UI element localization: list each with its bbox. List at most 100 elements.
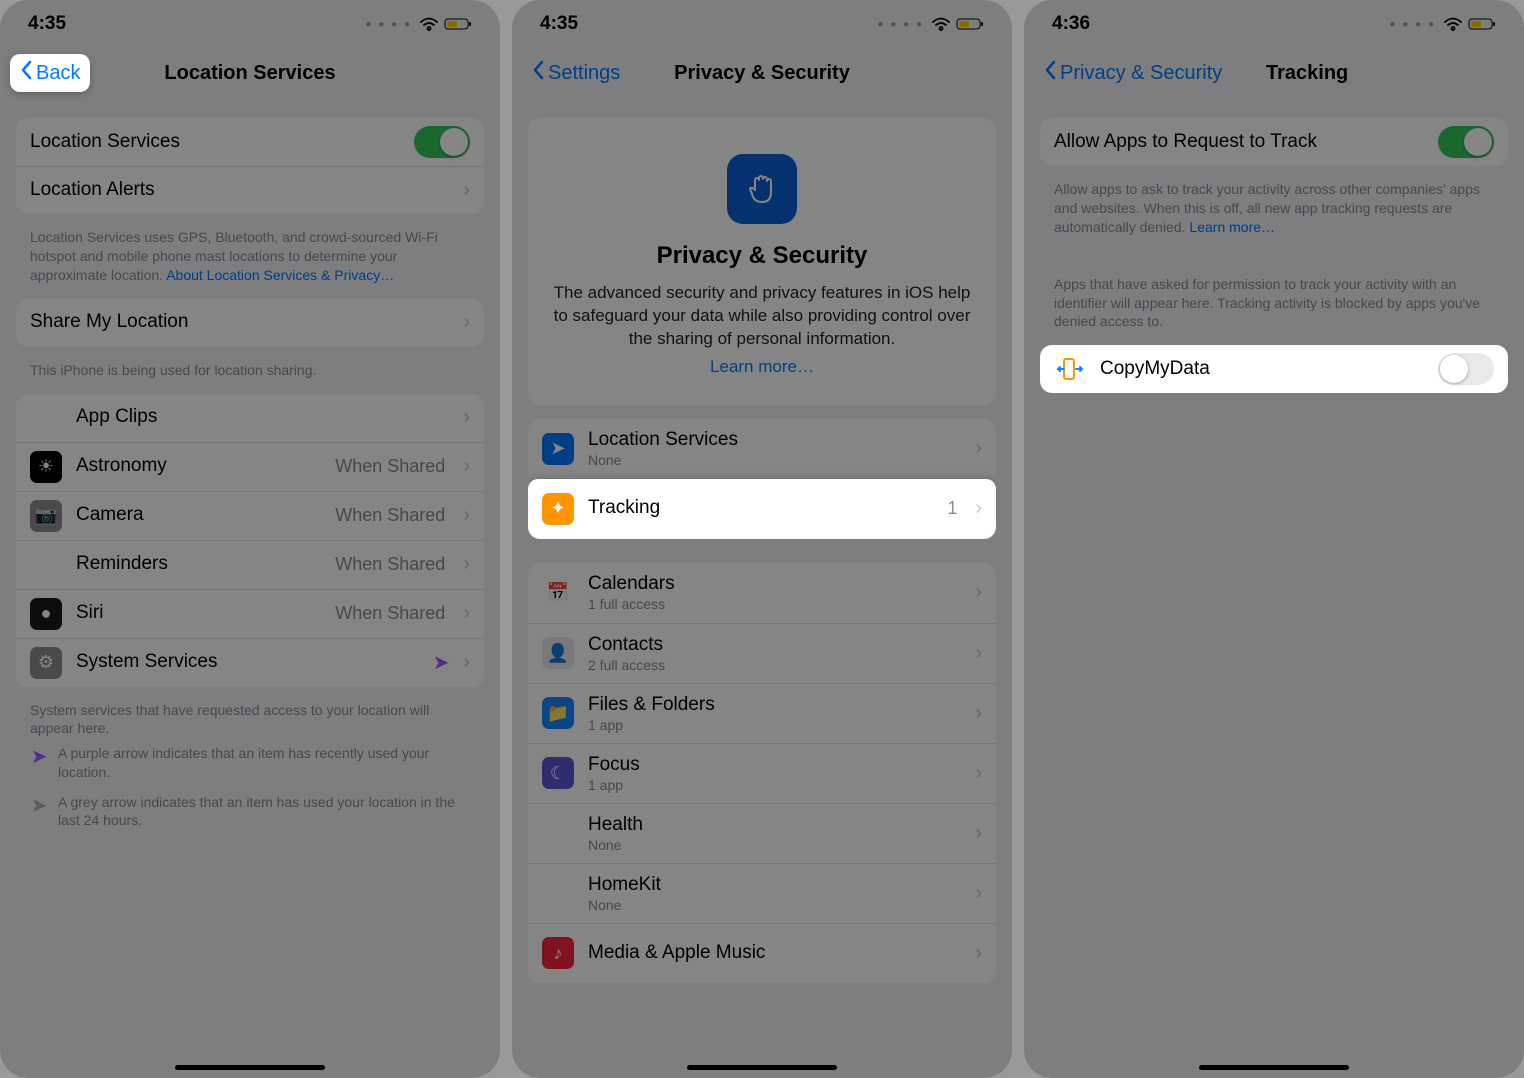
copymydata-icon xyxy=(1054,353,1086,385)
chevron-right-icon: › xyxy=(975,882,982,905)
app-name: Siri xyxy=(76,602,321,625)
chevron-right-icon: › xyxy=(975,942,982,965)
row-label: Media & Apple Music xyxy=(588,942,961,965)
row-detail: 1 xyxy=(947,498,957,519)
row-contacts[interactable]: 👤 Contacts 2 full access › xyxy=(528,623,996,683)
system-services-footer: System services that have requested acce… xyxy=(16,693,484,739)
chevron-right-icon: › xyxy=(975,822,982,845)
chevron-left-icon xyxy=(20,60,32,86)
location-services-description: Location Services uses GPS, Bluetooth, a… xyxy=(16,220,484,285)
copymydata-row[interactable]: CopyMyData xyxy=(1040,345,1508,393)
nav-bar: Back Location Services xyxy=(0,48,500,98)
app-row-system-services[interactable]: ⚙ System Services ➤ › xyxy=(16,638,484,687)
chevron-right-icon: › xyxy=(975,497,982,520)
chevron-right-icon: › xyxy=(463,651,470,674)
app-row-app-clips[interactable]: ◧ App Clips › xyxy=(16,394,484,442)
row-label: Contacts xyxy=(588,634,961,657)
wifi-icon xyxy=(932,17,950,31)
nav-bar: Privacy & Security Tracking xyxy=(1024,48,1524,98)
app-row-reminders[interactable]: ⋮ Reminders When Shared › xyxy=(16,540,484,589)
share-footer: This iPhone is being used for location s… xyxy=(16,353,484,380)
app-name: System Services xyxy=(76,651,419,674)
back-button[interactable]: Back xyxy=(10,54,90,92)
copymydata-toggle[interactable] xyxy=(1438,353,1494,385)
location-alerts-row[interactable]: Location Alerts › xyxy=(16,166,484,214)
chevron-right-icon: › xyxy=(975,702,982,725)
row-icon: ✦ xyxy=(542,493,574,525)
learn-more-link[interactable]: Learn more… xyxy=(1189,219,1275,235)
row-files-folders[interactable]: 📁 Files & Folders 1 app › xyxy=(528,683,996,743)
row-icon: 👤 xyxy=(542,637,574,669)
status-bar: 4:36 ● ● ● ● xyxy=(1024,0,1524,48)
app-name: Camera xyxy=(76,504,321,527)
row-label: Health xyxy=(588,814,961,837)
allow-tracking-footer: Allow apps to ask to track your activity… xyxy=(1040,172,1508,237)
row-focus[interactable]: ☾ Focus 1 app › xyxy=(528,743,996,803)
wifi-icon xyxy=(1444,17,1462,31)
home-indicator[interactable] xyxy=(687,1065,837,1070)
row-media-apple-music[interactable]: ♪ Media & Apple Music › xyxy=(528,923,996,983)
row-sub: None xyxy=(588,897,961,913)
row-label: Location Services xyxy=(30,131,400,154)
status-time: 4:35 xyxy=(28,13,66,35)
allow-tracking-toggle[interactable] xyxy=(1438,126,1494,158)
app-detail: When Shared xyxy=(335,456,445,477)
battery-icon xyxy=(444,17,472,31)
row-label: HomeKit xyxy=(588,874,961,897)
app-detail: When Shared xyxy=(335,505,445,526)
nav-bar: Settings Privacy & Security xyxy=(512,48,1012,98)
chevron-right-icon: › xyxy=(975,581,982,604)
app-icon: ⋮ xyxy=(30,549,62,581)
screen-privacy-security: 4:35 ● ● ● ● Settings Privacy & Security… xyxy=(512,0,1012,1078)
battery-icon xyxy=(1468,17,1496,31)
learn-more-link[interactable]: Learn more… xyxy=(552,357,972,377)
back-button[interactable]: Settings xyxy=(522,54,630,92)
share-my-location-row[interactable]: Share My Location › xyxy=(16,299,484,347)
row-label: Tracking xyxy=(588,497,933,520)
chevron-right-icon: › xyxy=(463,504,470,527)
chevron-right-icon: › xyxy=(463,311,470,334)
chevron-right-icon: › xyxy=(463,179,470,202)
privacy-hero: Privacy & Security The advanced security… xyxy=(528,118,996,405)
row-health[interactable]: ❤ Health None › xyxy=(528,803,996,863)
back-button[interactable]: Privacy & Security xyxy=(1034,54,1232,92)
app-icon: ◧ xyxy=(30,402,62,434)
row-icon: 📅 xyxy=(542,577,574,609)
back-label: Back xyxy=(36,62,80,85)
row-icon: ❤ xyxy=(542,817,574,849)
home-indicator[interactable] xyxy=(1199,1065,1349,1070)
app-row-camera[interactable]: 📷 Camera When Shared › xyxy=(16,491,484,540)
hero-title: Privacy & Security xyxy=(552,242,972,270)
row-label: Allow Apps to Request to Track xyxy=(1054,131,1424,154)
row-icon: ⌂ xyxy=(542,877,574,909)
chevron-right-icon: › xyxy=(463,455,470,478)
dots-icon: ● ● ● ● xyxy=(1390,19,1437,30)
row-homekit[interactable]: ⌂ HomeKit None › xyxy=(528,863,996,923)
dots-icon: ● ● ● ● xyxy=(366,19,413,30)
back-label: Privacy & Security xyxy=(1060,62,1222,85)
page-title: Privacy & Security xyxy=(674,62,850,85)
legend-purple: ➤ A purple arrow indicates that an item … xyxy=(16,738,484,786)
app-name: Astronomy xyxy=(76,455,321,478)
screen-tracking: 4:36 ● ● ● ● Privacy & Security Tracking… xyxy=(1024,0,1524,1078)
location-services-toggle-row[interactable]: Location Services xyxy=(16,118,484,166)
row-tracking[interactable]: ✦ Tracking 1 › xyxy=(528,479,996,539)
status-time: 4:35 xyxy=(540,13,578,35)
app-detail: When Shared xyxy=(335,603,445,624)
location-services-toggle[interactable] xyxy=(414,126,470,158)
home-indicator[interactable] xyxy=(175,1065,325,1070)
app-name: CopyMyData xyxy=(1100,358,1424,381)
battery-icon xyxy=(956,17,984,31)
allow-tracking-row[interactable]: Allow Apps to Request to Track xyxy=(1040,118,1508,166)
hand-icon xyxy=(727,154,797,224)
app-row-siri[interactable]: ● Siri When Shared › xyxy=(16,589,484,638)
app-name: App Clips xyxy=(76,406,449,429)
row-sub: 1 app xyxy=(588,717,961,733)
app-row-astronomy[interactable]: ☀ Astronomy When Shared › xyxy=(16,442,484,491)
row-calendars[interactable]: 📅 Calendars 1 full access › xyxy=(528,563,996,623)
row-location-services[interactable]: ➤ Location Services None › xyxy=(528,419,996,479)
location-arrow-purple-icon: ➤ xyxy=(30,744,48,780)
row-sub: 1 app xyxy=(588,777,961,793)
status-time: 4:36 xyxy=(1052,13,1090,35)
about-link[interactable]: About Location Services & Privacy… xyxy=(166,267,394,283)
